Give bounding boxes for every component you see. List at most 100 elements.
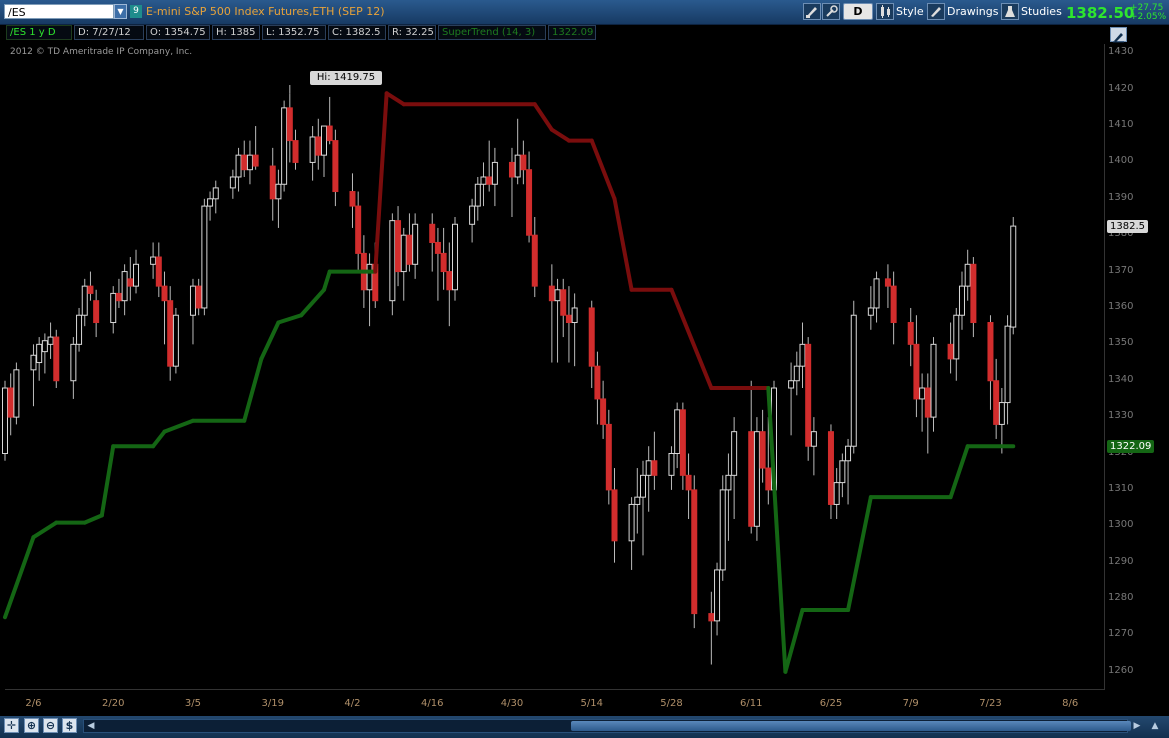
- candle-up: [212, 187, 219, 200]
- pan-button[interactable]: ✛: [4, 718, 19, 733]
- candle-down: [913, 343, 920, 400]
- candle-up: [850, 314, 857, 447]
- candle-up: [554, 289, 561, 302]
- y-tick-label: 1410: [1108, 119, 1134, 131]
- price-chart[interactable]: [0, 0, 1169, 716]
- zoom-in-button[interactable]: ⊕: [24, 718, 39, 733]
- candle-down: [947, 343, 954, 360]
- candle-down: [605, 423, 612, 491]
- candle-down: [765, 467, 772, 491]
- zoom-out-button[interactable]: ⊖: [43, 718, 58, 733]
- y-tick-label: 1360: [1108, 300, 1134, 312]
- candle-up: [121, 271, 128, 302]
- candle-up: [201, 205, 208, 309]
- scroll-right-icon[interactable]: ▶: [1130, 719, 1144, 733]
- candle-down: [87, 285, 94, 294]
- high-annotation: Hi: 1419.75: [310, 71, 382, 85]
- candle-down: [759, 431, 766, 469]
- candle-up: [400, 234, 407, 273]
- candle-up: [725, 474, 732, 491]
- supertrend-segment: [242, 356, 264, 423]
- y-tick-label: 1300: [1108, 519, 1134, 531]
- dollar-button[interactable]: $: [62, 718, 77, 733]
- x-tick-label: 6/11: [739, 698, 763, 709]
- candle-up: [229, 176, 236, 189]
- candle-down: [429, 223, 436, 243]
- x-tick-label: 7/23: [979, 698, 1002, 709]
- candle-up: [47, 336, 54, 345]
- candle-up: [514, 154, 521, 178]
- candle-up: [571, 307, 578, 324]
- candle-down: [93, 300, 100, 324]
- candle-up: [839, 460, 846, 484]
- last-price-tag: 1382.5: [1107, 220, 1148, 234]
- candle-down: [434, 241, 441, 254]
- scrollbar-thumb[interactable]: [571, 721, 1131, 731]
- candle-up: [70, 343, 77, 382]
- x-tick-label: 2/20: [101, 698, 125, 709]
- candle-down: [600, 398, 607, 425]
- candle-down: [355, 205, 362, 254]
- candle-up: [30, 354, 37, 371]
- supertrend-segment: [276, 313, 304, 325]
- chart-scrollbar[interactable]: [83, 719, 1131, 733]
- candle-down: [970, 263, 977, 324]
- candle-down: [252, 154, 259, 167]
- expand-icon[interactable]: ▲: [1148, 719, 1162, 733]
- scroll-left-icon[interactable]: ◀: [84, 719, 98, 733]
- y-tick-label: 1430: [1108, 46, 1134, 58]
- supertrend-segment: [82, 513, 104, 525]
- candle-up: [810, 431, 817, 447]
- candle-up: [998, 402, 1005, 425]
- candle-down: [531, 234, 538, 287]
- candle-down: [406, 234, 413, 265]
- y-tick-label: 1310: [1108, 482, 1134, 494]
- x-tick-label: 4/16: [420, 698, 444, 709]
- candle-up: [491, 161, 498, 185]
- x-tick-label: 3/5: [184, 698, 202, 709]
- x-tick-label: 7/9: [902, 698, 919, 709]
- candle-up: [645, 460, 652, 476]
- candle-down: [691, 489, 698, 615]
- candle-up: [2, 387, 8, 455]
- candle-up: [133, 263, 140, 287]
- candle-up: [81, 285, 88, 316]
- candle-up: [320, 125, 327, 156]
- supertrend-segment: [948, 444, 970, 500]
- x-tick-label: 4/2: [344, 698, 361, 709]
- candle-up: [958, 285, 965, 316]
- candle-down: [993, 380, 1000, 425]
- candle-up: [36, 343, 43, 364]
- y-tick-label: 1260: [1108, 664, 1134, 676]
- candle-down: [446, 271, 453, 291]
- candle-down: [827, 431, 834, 505]
- candle-up: [110, 292, 117, 324]
- candle-up: [469, 205, 476, 225]
- candle-up: [793, 365, 800, 382]
- candle-down: [326, 125, 333, 142]
- y-tick-label: 1420: [1108, 82, 1134, 94]
- candle-up: [366, 263, 373, 291]
- candle-up: [873, 278, 880, 309]
- candle-up: [207, 198, 214, 207]
- candle-down: [167, 300, 174, 367]
- candle-up: [474, 183, 481, 207]
- candle-down: [286, 107, 293, 142]
- candle-down: [651, 460, 658, 476]
- candle-up: [281, 107, 288, 185]
- candle-up: [13, 369, 20, 418]
- bottom-toolbar: ✛ ⊕ ⊖ $ ◀ ▶ ▲: [0, 716, 1169, 738]
- candle-down: [292, 140, 299, 163]
- candle-down: [508, 161, 515, 178]
- y-tick-label: 1280: [1108, 592, 1134, 604]
- x-tick-label: 5/14: [580, 698, 603, 709]
- candle-down: [748, 431, 755, 527]
- supertrend-segment: [259, 320, 281, 361]
- candle-down: [526, 169, 533, 236]
- candle-down: [440, 252, 447, 273]
- candle-down: [685, 474, 692, 491]
- supertrend-segment: [31, 520, 59, 540]
- x-tick-label: 2/6: [25, 698, 42, 709]
- study-value-tag: 1322.09: [1107, 439, 1155, 453]
- candle-down: [349, 191, 356, 207]
